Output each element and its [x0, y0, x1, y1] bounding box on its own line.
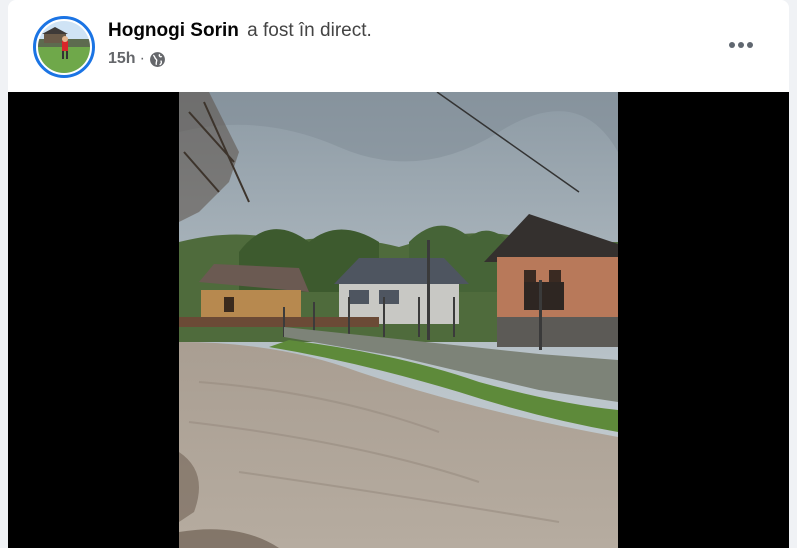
more-horizontal-icon-dot: [738, 42, 744, 48]
flood-scene-image: [179, 92, 618, 548]
live-status-text: a fost în direct.: [247, 20, 372, 41]
author-avatar[interactable]: [33, 16, 95, 78]
post-header: Hognogi Sorin a fost în direct. 15h ·: [8, 0, 789, 92]
feed-post: Hognogi Sorin a fost în direct. 15h ·: [8, 0, 789, 548]
author-name-link[interactable]: Hognogi Sorin: [108, 20, 239, 41]
post-title-line: Hognogi Sorin a fost în direct.: [108, 20, 372, 42]
more-horizontal-icon-dot: [729, 42, 735, 48]
globe-icon[interactable]: [149, 51, 166, 68]
meta-separator: ·: [139, 50, 145, 67]
post-meta: 15h ·: [108, 50, 166, 68]
more-horizontal-icon-dot: [747, 42, 753, 48]
post-timestamp[interactable]: 15h: [108, 50, 136, 68]
more-options-button[interactable]: [721, 30, 761, 60]
avatar-image: [38, 21, 90, 73]
video-player[interactable]: [8, 92, 789, 548]
video-frame[interactable]: [179, 92, 618, 548]
